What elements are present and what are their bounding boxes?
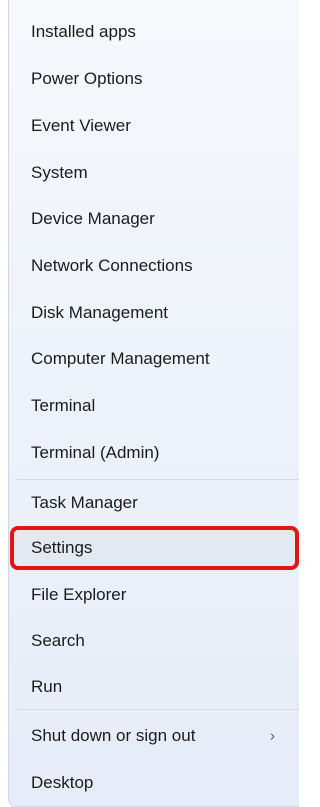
menu-item-label: Power Options bbox=[31, 69, 143, 88]
menu-item-settings[interactable]: Settings bbox=[10, 526, 299, 570]
menu-item-label: Settings bbox=[31, 538, 93, 557]
menu-item-event-viewer[interactable]: Event Viewer bbox=[23, 108, 293, 144]
menu-item-network-connections[interactable]: Network Connections bbox=[23, 248, 293, 284]
menu-item-terminal-admin[interactable]: Terminal (Admin) bbox=[23, 435, 293, 471]
menu-item-label: Terminal bbox=[31, 396, 96, 415]
context-menu: Installed apps Power Options Event Viewe… bbox=[8, 0, 299, 807]
menu-item-task-manager[interactable]: Task Manager bbox=[23, 485, 293, 521]
menu-item-label: Run bbox=[31, 677, 63, 696]
menu-item-device-manager[interactable]: Device Manager bbox=[23, 201, 293, 237]
menu-item-label: Computer Management bbox=[31, 349, 210, 368]
menu-item-label: Network Connections bbox=[31, 256, 193, 275]
menu-item-system[interactable]: System bbox=[23, 155, 293, 191]
menu-item-label: System bbox=[31, 163, 88, 182]
menu-item-label: Installed apps bbox=[31, 22, 136, 41]
menu-item-label: Shut down or sign out bbox=[31, 726, 196, 745]
menu-item-file-explorer[interactable]: File Explorer bbox=[23, 577, 293, 613]
menu-item-run[interactable]: Run bbox=[23, 669, 293, 705]
menu-item-label: File Explorer bbox=[31, 585, 127, 604]
menu-item-terminal[interactable]: Terminal bbox=[23, 388, 293, 424]
chevron-right-icon: › bbox=[270, 727, 275, 745]
menu-item-desktop[interactable]: Desktop bbox=[23, 765, 293, 801]
menu-item-disk-management[interactable]: Disk Management bbox=[23, 295, 293, 331]
menu-item-computer-management[interactable]: Computer Management bbox=[23, 341, 293, 377]
menu-item-label: Task Manager bbox=[31, 493, 138, 512]
menu-item-label: Desktop bbox=[31, 773, 94, 792]
menu-item-installed-apps[interactable]: Installed apps bbox=[23, 14, 293, 50]
menu-item-shut-down-or-sign-out[interactable]: Shut down or sign out › bbox=[23, 718, 293, 754]
menu-item-label: Event Viewer bbox=[31, 116, 131, 135]
menu-separator bbox=[17, 479, 299, 480]
menu-item-search[interactable]: Search bbox=[23, 623, 293, 659]
menu-item-label: Search bbox=[31, 631, 85, 650]
menu-item-label: Terminal (Admin) bbox=[31, 443, 160, 462]
menu-item-power-options[interactable]: Power Options bbox=[23, 61, 293, 97]
menu-item-label: Disk Management bbox=[31, 303, 169, 322]
menu-separator bbox=[17, 709, 299, 710]
menu-item-label: Device Manager bbox=[31, 209, 155, 228]
